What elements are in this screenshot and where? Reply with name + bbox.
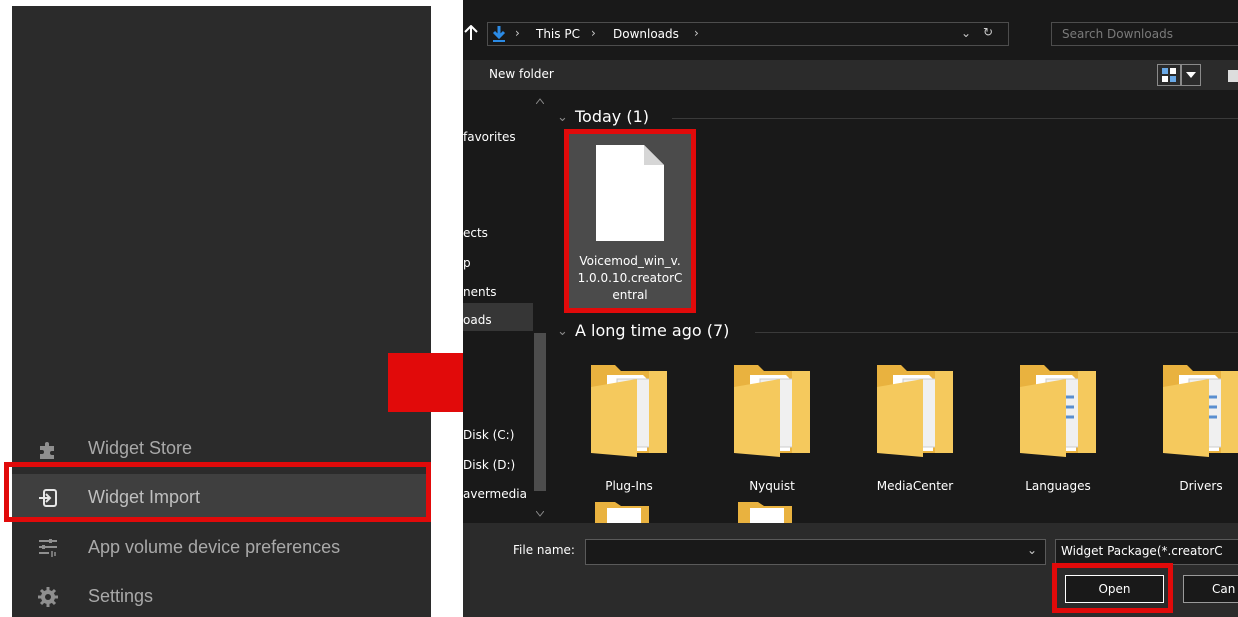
file-open-dialog: › This PC › Downloads › ⌄ ↻ Search Downl…: [463, 0, 1238, 617]
nav-item-disk-d[interactable]: Disk (D:): [463, 458, 515, 472]
up-arrow-icon[interactable]: [464, 25, 478, 41]
app-sidebar: Widget Store Widget Import App volume de…: [12, 6, 431, 617]
search-placeholder: Search Downloads: [1062, 27, 1173, 41]
folder-label: Nyquist: [749, 479, 795, 493]
dropdown-arrow-icon: [1186, 72, 1196, 78]
nav-item[interactable]: favorites: [463, 130, 516, 144]
cancel-button-label: Can: [1212, 582, 1236, 596]
preview-pane-icon[interactable]: [1228, 70, 1238, 82]
folder-icon: [877, 365, 953, 457]
chevron-down-icon[interactable]: ⌄: [557, 110, 568, 125]
group-header-today[interactable]: Today (1): [575, 107, 649, 126]
highlight-box-open: [1052, 563, 1173, 613]
folder-icon[interactable]: [591, 498, 653, 523]
gear-icon: [38, 587, 58, 607]
group-divider: [755, 332, 1238, 333]
chevron-down-icon[interactable]: ⌄: [557, 324, 568, 339]
grid-view-icon: [1162, 68, 1176, 82]
scroll-down-icon[interactable]: [536, 511, 544, 517]
folder-icon[interactable]: [734, 498, 796, 523]
folder-label: Plug-Ins: [605, 479, 653, 493]
downloads-icon: [492, 26, 506, 42]
chevron-down-icon[interactable]: ⌄: [1027, 543, 1037, 557]
folder-label: Languages: [1025, 479, 1091, 493]
menu-label: Settings: [88, 586, 154, 606]
file-type-value: Widget Package(*.creatorC: [1061, 544, 1223, 558]
file-name-input[interactable]: ⌄: [585, 539, 1046, 565]
folder-label: Drivers: [1179, 479, 1223, 493]
folder-icon: [734, 365, 810, 457]
nav-item-disk-c[interactable]: Disk (C:): [463, 428, 514, 442]
chevron-right-icon: ›: [694, 26, 699, 40]
nav-item[interactable]: avermedia: [463, 487, 533, 501]
sliders-icon: [39, 539, 57, 557]
address-box[interactable]: › This PC › Downloads › ⌄ ↻: [487, 22, 1009, 46]
file-type-select[interactable]: Widget Package(*.creatorC: [1055, 539, 1238, 565]
group-header-long-ago[interactable]: A long time ago (7): [575, 321, 729, 340]
new-folder-button[interactable]: New folder: [489, 67, 554, 81]
search-input[interactable]: Search Downloads: [1051, 22, 1238, 46]
nav-item-downloads[interactable]: oads: [463, 313, 492, 327]
nav-item[interactable]: nents: [463, 285, 497, 299]
address-bar-row: › This PC › Downloads › ⌄ ↻ Search Downl…: [463, 20, 1238, 50]
scroll-up-icon[interactable]: [536, 98, 544, 104]
folder-icon: [1163, 365, 1238, 457]
cancel-button[interactable]: Can: [1183, 575, 1238, 603]
highlight-box-import: [4, 462, 431, 522]
menu-item-settings[interactable]: Settings: [12, 573, 431, 617]
menu-label: App volume device preferences: [88, 537, 341, 557]
dialog-footer: File name: ⌄ Widget Package(*.creatorC O…: [463, 523, 1238, 617]
nav-scrollbar[interactable]: [533, 93, 547, 523]
chevron-right-icon: ›: [515, 26, 520, 40]
chevron-right-icon: ›: [591, 26, 596, 40]
nav-item[interactable]: ects: [463, 226, 488, 240]
breadcrumb-downloads[interactable]: Downloads: [613, 27, 679, 41]
folder-icon: [1020, 365, 1096, 457]
file-name-label: File name:: [513, 543, 575, 557]
group-divider: [672, 118, 1238, 119]
puzzle-icon: [40, 442, 54, 459]
breadcrumb-this-pc[interactable]: This PC: [536, 27, 580, 41]
view-options-button[interactable]: [1157, 64, 1181, 86]
refresh-icon[interactable]: ↻: [983, 25, 993, 39]
menu-label: Widget Store: [88, 438, 193, 458]
menu-item-app-volume[interactable]: App volume device preferences: [12, 524, 431, 570]
view-dropdown-button[interactable]: [1181, 64, 1201, 86]
folder-label: MediaCenter: [876, 479, 954, 493]
chevron-down-icon[interactable]: ⌄: [961, 26, 971, 40]
nav-item[interactable]: p: [463, 256, 471, 270]
dialog-toolbar: New folder: [463, 60, 1238, 90]
scroll-thumb[interactable]: [534, 333, 546, 491]
highlight-box-file: [564, 129, 696, 313]
folder-icon: [591, 365, 667, 457]
